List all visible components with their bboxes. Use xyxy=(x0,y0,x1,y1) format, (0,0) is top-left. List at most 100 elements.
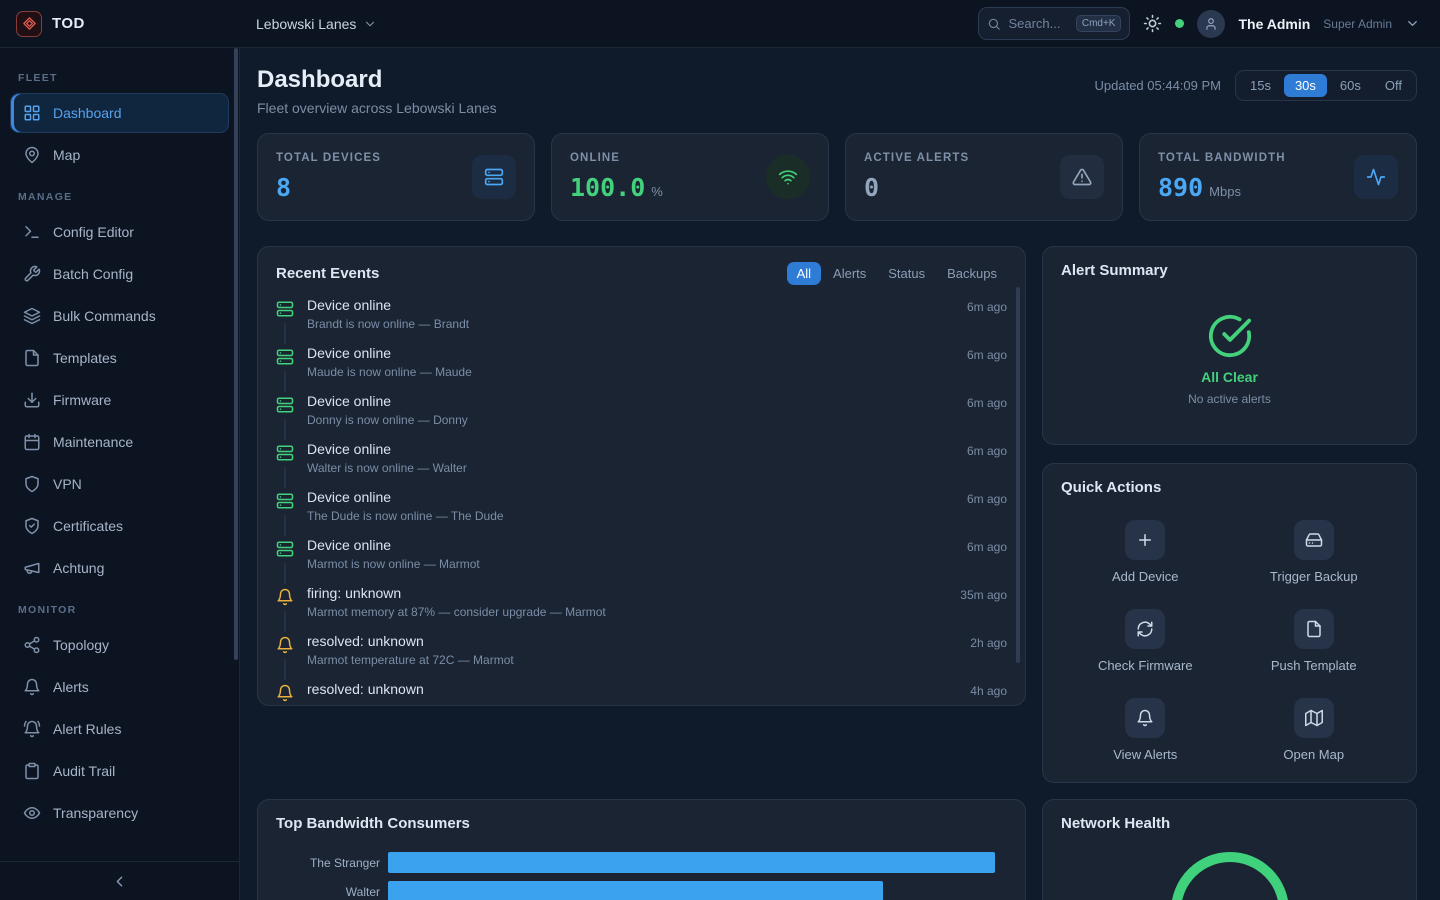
bell-ring-icon xyxy=(23,720,41,738)
sidebar-item-vpn[interactable]: VPN xyxy=(10,464,229,504)
panels-row: Recent Events AllAlertsStatusBackups Dev… xyxy=(257,246,1417,783)
event-row: Device onlineBrandt is now online — Bran… xyxy=(276,297,1007,345)
refresh-option-off[interactable]: Off xyxy=(1374,74,1413,97)
quick-action-add-device[interactable]: Add Device xyxy=(1061,520,1230,584)
search-input[interactable]: Search... Cmd+K xyxy=(978,7,1130,40)
event-body: Device onlineMaude is now online — Maude xyxy=(307,345,954,393)
event-body: Device onlineMarmot is now online — Marm… xyxy=(307,537,954,585)
plus-icon xyxy=(1136,531,1154,549)
theme-toggle-sun-icon[interactable] xyxy=(1143,14,1162,33)
sidebar-item-topology[interactable]: Topology xyxy=(10,625,229,665)
events-tab-status[interactable]: Status xyxy=(878,262,935,285)
sidebar-item-dashboard[interactable]: Dashboard xyxy=(10,93,229,133)
layers-icon xyxy=(23,307,41,325)
timeline-connector xyxy=(284,563,286,584)
bottom-row: Top Bandwidth Consumers The StrangerWalt… xyxy=(257,799,1417,900)
quick-action-button[interactable] xyxy=(1294,609,1334,649)
check-circle-icon xyxy=(1207,313,1253,359)
sidebar-item-maintenance[interactable]: Maintenance xyxy=(10,422,229,462)
topbar: TOD Lebowski Lanes Search... Cmd+K The A… xyxy=(0,0,1440,48)
event-body: resolved: unknownMarmot temperature at 7… xyxy=(307,633,957,681)
sidebar-item-templates[interactable]: Templates xyxy=(10,338,229,378)
user-menu-chevron-icon[interactable] xyxy=(1405,16,1420,31)
user-name: The Admin xyxy=(1238,16,1310,32)
event-detail: Walter is now online — Walter xyxy=(307,461,954,475)
event-row: resolved: unknown4h ago xyxy=(276,681,1007,705)
refresh-option-60s[interactable]: 60s xyxy=(1329,74,1372,97)
event-detail: Donny is now online — Donny xyxy=(307,413,954,427)
refresh-option-30s[interactable]: 30s xyxy=(1284,74,1327,97)
shield-icon xyxy=(23,475,41,493)
event-title: Device online xyxy=(307,489,954,505)
quick-action-label: Open Map xyxy=(1283,747,1344,762)
quick-action-check-firmware[interactable]: Check Firmware xyxy=(1061,609,1230,673)
quick-action-button[interactable] xyxy=(1125,609,1165,649)
sidebar-item-bulk-commands[interactable]: Bulk Commands xyxy=(10,296,229,336)
sidebar-item-transparency[interactable]: Transparency xyxy=(10,793,229,833)
server-icon xyxy=(276,492,294,510)
file-icon xyxy=(23,349,41,367)
bell-icon xyxy=(276,684,294,702)
refresh-option-15s[interactable]: 15s xyxy=(1239,74,1282,97)
bandwidth-bar xyxy=(388,881,883,900)
quick-action-button[interactable] xyxy=(1294,520,1334,560)
timeline-connector xyxy=(284,659,286,680)
alert-summary-title: Alert Summary xyxy=(1061,262,1168,279)
events-tab-all[interactable]: All xyxy=(787,262,821,285)
quick-action-view-alerts[interactable]: View Alerts xyxy=(1061,698,1230,762)
event-body: Device onlineBrandt is now online — Bran… xyxy=(307,297,954,345)
quick-action-open-map[interactable]: Open Map xyxy=(1230,698,1399,762)
wifi-icon xyxy=(778,167,798,187)
sidebar-item-label: Audit Trail xyxy=(53,763,115,779)
quick-action-trigger-backup[interactable]: Trigger Backup xyxy=(1230,520,1399,584)
stat-card-online: ONLINE100.0% xyxy=(551,133,829,221)
quick-action-push-template[interactable]: Push Template xyxy=(1230,609,1399,673)
server-icon xyxy=(276,348,294,366)
event-time: 4h ago xyxy=(970,681,1007,705)
event-detail: Marmot temperature at 72C — Marmot xyxy=(307,653,957,667)
brand: TOD xyxy=(0,11,240,37)
sidebar-item-label: Certificates xyxy=(53,518,123,534)
events-tab-backups[interactable]: Backups xyxy=(937,262,1007,285)
quick-action-button[interactable] xyxy=(1125,698,1165,738)
sidebar-item-map[interactable]: Map xyxy=(10,135,229,175)
map-pin-icon xyxy=(23,146,41,164)
sidebar-item-batch-config[interactable]: Batch Config xyxy=(10,254,229,294)
main-content: Dashboard Fleet overview across Lebowski… xyxy=(240,48,1440,900)
stats-row: TOTAL DEVICES8ONLINE100.0%ACTIVE ALERTS0… xyxy=(257,133,1417,221)
event-time: 2h ago xyxy=(970,633,1007,681)
event-time: 35m ago xyxy=(960,585,1007,633)
sidebar-item-firmware[interactable]: Firmware xyxy=(10,380,229,420)
quick-action-label: View Alerts xyxy=(1113,747,1177,762)
sidebar-item-label: Firmware xyxy=(53,392,111,408)
events-tab-alerts[interactable]: Alerts xyxy=(823,262,876,285)
sidebar-item-label: Topology xyxy=(53,637,109,653)
event-time: 6m ago xyxy=(967,297,1007,345)
server-icon xyxy=(276,396,294,414)
events-scrollbar[interactable] xyxy=(1016,287,1020,663)
avatar[interactable] xyxy=(1197,10,1225,38)
alert-summary-detail: No active alerts xyxy=(1188,392,1271,406)
org-selector[interactable]: Lebowski Lanes xyxy=(256,16,377,32)
timeline-connector xyxy=(284,515,286,536)
sidebar-item-alerts[interactable]: Alerts xyxy=(10,667,229,707)
bandwidth-bar xyxy=(388,852,995,873)
sidebar-scrollbar[interactable] xyxy=(234,48,238,660)
sidebar-item-alert-rules[interactable]: Alert Rules xyxy=(10,709,229,749)
events-list: Device onlineBrandt is now online — Bran… xyxy=(258,291,1025,705)
stat-value-row: 0 xyxy=(864,173,969,202)
sidebar-item-achtung[interactable]: Achtung xyxy=(10,548,229,588)
bell-icon xyxy=(1136,709,1154,727)
sidebar-item-config-editor[interactable]: Config Editor xyxy=(10,212,229,252)
stat-card-total-devices: TOTAL DEVICES8 xyxy=(257,133,535,221)
sidebar-item-label: Map xyxy=(53,147,80,163)
timeline-connector xyxy=(284,611,286,632)
sidebar-item-certificates[interactable]: Certificates xyxy=(10,506,229,546)
quick-action-button[interactable] xyxy=(1294,698,1334,738)
sidebar-collapse-button[interactable] xyxy=(0,861,239,900)
sidebar-item-audit-trail[interactable]: Audit Trail xyxy=(10,751,229,791)
gem-icon xyxy=(22,16,37,31)
wrench-icon xyxy=(23,265,41,283)
user-role: Super Admin xyxy=(1323,17,1392,31)
quick-action-button[interactable] xyxy=(1125,520,1165,560)
